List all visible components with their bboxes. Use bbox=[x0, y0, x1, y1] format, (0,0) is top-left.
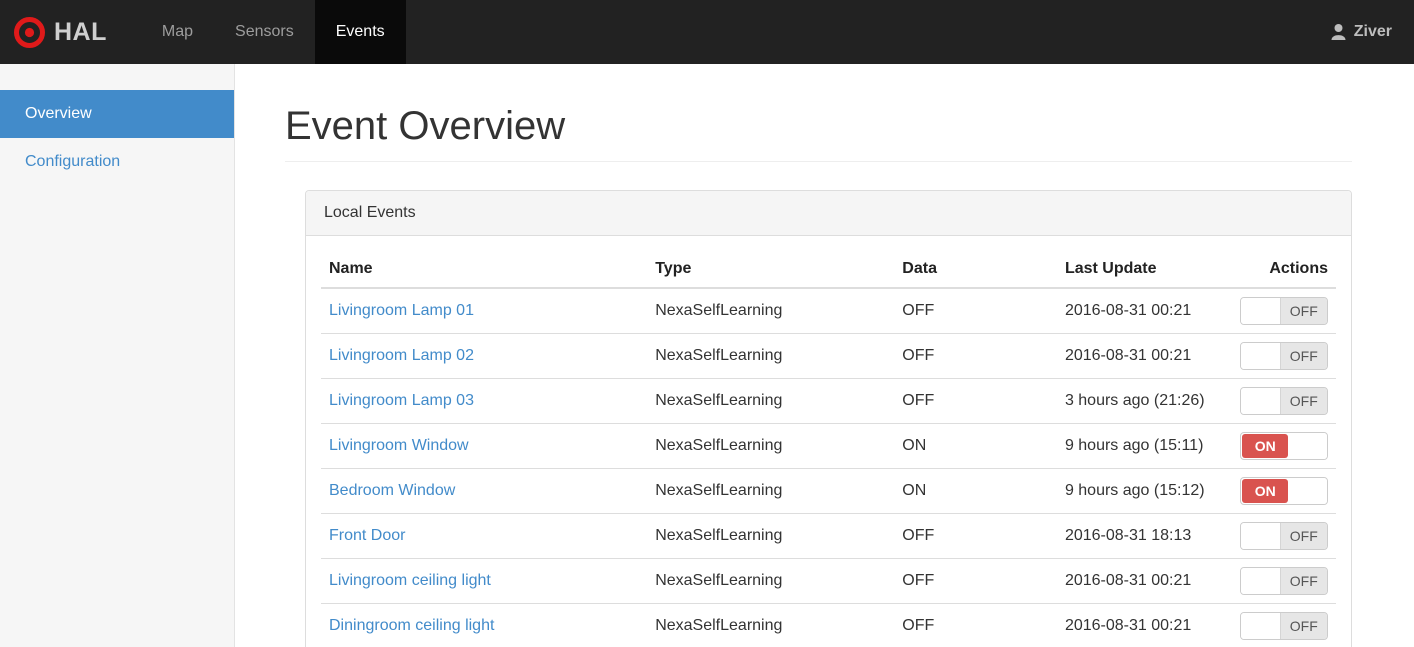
event-type: NexaSelfLearning bbox=[647, 513, 895, 559]
event-type: NexaSelfLearning bbox=[647, 378, 895, 424]
event-toggle-switch[interactable]: ON bbox=[1240, 432, 1328, 460]
toggle-handle bbox=[1289, 433, 1327, 459]
column-header-type: Type bbox=[647, 251, 895, 289]
event-data: ON bbox=[894, 423, 1057, 469]
nav-item-map[interactable]: Map bbox=[141, 0, 214, 64]
event-last-update: 3 hours ago (21:26) bbox=[1056, 378, 1232, 424]
nav-item-events[interactable]: Events bbox=[314, 0, 406, 64]
sidebar-item-overview[interactable]: Overview bbox=[0, 90, 234, 138]
table-row: Diningroom ceiling light NexaSelfLearnin… bbox=[321, 603, 1336, 647]
column-header-last-update: Last Update bbox=[1056, 251, 1232, 289]
column-header-name: Name bbox=[321, 251, 648, 289]
event-toggle-switch[interactable]: OFF bbox=[1240, 567, 1328, 595]
nav-item-sensors[interactable]: Sensors bbox=[214, 0, 315, 64]
column-header-data: Data bbox=[894, 251, 1057, 289]
events-table: Name Type Data Last Update Actions Livin… bbox=[321, 251, 1336, 647]
toggle-state-label: ON bbox=[1242, 479, 1289, 503]
event-toggle-switch[interactable]: OFF bbox=[1240, 297, 1328, 325]
event-name-link[interactable]: Livingroom Lamp 03 bbox=[329, 392, 474, 409]
event-data: OFF bbox=[894, 513, 1057, 559]
toggle-handle bbox=[1241, 613, 1281, 639]
toggle-handle bbox=[1241, 568, 1281, 594]
event-toggle-switch[interactable]: OFF bbox=[1240, 522, 1328, 550]
event-name-link[interactable]: Livingroom Lamp 01 bbox=[329, 302, 474, 319]
sidebar: Overview Configuration bbox=[0, 64, 235, 647]
event-data: OFF bbox=[894, 558, 1057, 604]
navbar-menu: Map Sensors Events bbox=[141, 0, 406, 64]
event-toggle-switch[interactable]: OFF bbox=[1240, 612, 1328, 640]
event-name-link[interactable]: Livingroom Window bbox=[329, 437, 469, 454]
event-last-update: 2016-08-31 18:13 bbox=[1056, 513, 1232, 559]
toggle-state-label: OFF bbox=[1280, 343, 1327, 369]
panel-title: Local Events bbox=[306, 191, 1351, 236]
toggle-handle bbox=[1241, 343, 1281, 369]
local-events-panel: Local Events Name Type Data Last Update … bbox=[305, 190, 1352, 647]
table-header-row: Name Type Data Last Update Actions bbox=[321, 251, 1336, 289]
toggle-handle bbox=[1289, 478, 1327, 504]
table-row: Front Door NexaSelfLearning OFF 2016-08-… bbox=[321, 513, 1336, 559]
table-row: Livingroom Lamp 02 NexaSelfLearning OFF … bbox=[321, 333, 1336, 379]
event-toggle-switch[interactable]: OFF bbox=[1240, 387, 1328, 415]
table-row: Livingroom Lamp 01 NexaSelfLearning OFF … bbox=[321, 288, 1336, 334]
toggle-handle bbox=[1241, 298, 1281, 324]
toggle-state-label: OFF bbox=[1280, 298, 1327, 324]
event-type: NexaSelfLearning bbox=[647, 288, 895, 334]
main-content: Event Overview Local Events Name Type Da… bbox=[235, 64, 1414, 647]
page-layout: Overview Configuration Event Overview Lo… bbox=[0, 64, 1414, 647]
event-data: OFF bbox=[894, 288, 1057, 334]
event-data: OFF bbox=[894, 333, 1057, 379]
event-data: OFF bbox=[894, 378, 1057, 424]
table-row: Livingroom Window NexaSelfLearning ON 9 … bbox=[321, 423, 1336, 469]
toggle-handle bbox=[1241, 388, 1281, 414]
toggle-handle bbox=[1241, 523, 1281, 549]
toggle-state-label: OFF bbox=[1280, 388, 1327, 414]
toggle-state-label: OFF bbox=[1280, 613, 1327, 639]
event-name-link[interactable]: Livingroom ceiling light bbox=[329, 572, 491, 589]
table-row: Bedroom Window NexaSelfLearning ON 9 hou… bbox=[321, 468, 1336, 514]
event-data: OFF bbox=[894, 603, 1057, 647]
toggle-state-label: OFF bbox=[1280, 523, 1327, 549]
toggle-state-label: OFF bbox=[1280, 568, 1327, 594]
event-last-update: 9 hours ago (15:11) bbox=[1056, 423, 1232, 469]
user-name: Ziver bbox=[1353, 23, 1392, 40]
brand-label: HAL bbox=[54, 17, 107, 46]
event-last-update: 9 hours ago (15:12) bbox=[1056, 468, 1232, 514]
event-name-link[interactable]: Diningroom ceiling light bbox=[329, 617, 494, 634]
top-navbar: HAL Map Sensors Events Ziver bbox=[0, 0, 1414, 64]
sidebar-item-configuration[interactable]: Configuration bbox=[0, 138, 234, 186]
page-title: Event Overview bbox=[285, 90, 1352, 162]
column-header-actions: Actions bbox=[1231, 251, 1336, 289]
table-row: Livingroom Lamp 03 NexaSelfLearning OFF … bbox=[321, 378, 1336, 424]
event-name-link[interactable]: Bedroom Window bbox=[329, 482, 455, 499]
toggle-state-label: ON bbox=[1242, 434, 1289, 458]
event-last-update: 2016-08-31 00:21 bbox=[1056, 603, 1232, 647]
user-menu[interactable]: Ziver bbox=[1308, 0, 1414, 64]
event-type: NexaSelfLearning bbox=[647, 558, 895, 604]
table-row: Livingroom ceiling light NexaSelfLearnin… bbox=[321, 558, 1336, 604]
brand[interactable]: HAL bbox=[0, 0, 123, 64]
target-icon bbox=[14, 16, 45, 48]
event-type: NexaSelfLearning bbox=[647, 333, 895, 379]
event-type: NexaSelfLearning bbox=[647, 468, 895, 514]
panel-body: Name Type Data Last Update Actions Livin… bbox=[306, 236, 1351, 647]
event-name-link[interactable]: Livingroom Lamp 02 bbox=[329, 347, 474, 364]
event-last-update: 2016-08-31 00:21 bbox=[1056, 288, 1232, 334]
event-last-update: 2016-08-31 00:21 bbox=[1056, 333, 1232, 379]
event-type: NexaSelfLearning bbox=[647, 423, 895, 469]
event-last-update: 2016-08-31 00:21 bbox=[1056, 558, 1232, 604]
event-toggle-switch[interactable]: ON bbox=[1240, 477, 1328, 505]
event-data: ON bbox=[894, 468, 1057, 514]
event-type: NexaSelfLearning bbox=[647, 603, 895, 647]
event-name-link[interactable]: Front Door bbox=[329, 527, 405, 544]
person-icon bbox=[1330, 23, 1347, 41]
event-toggle-switch[interactable]: OFF bbox=[1240, 342, 1328, 370]
